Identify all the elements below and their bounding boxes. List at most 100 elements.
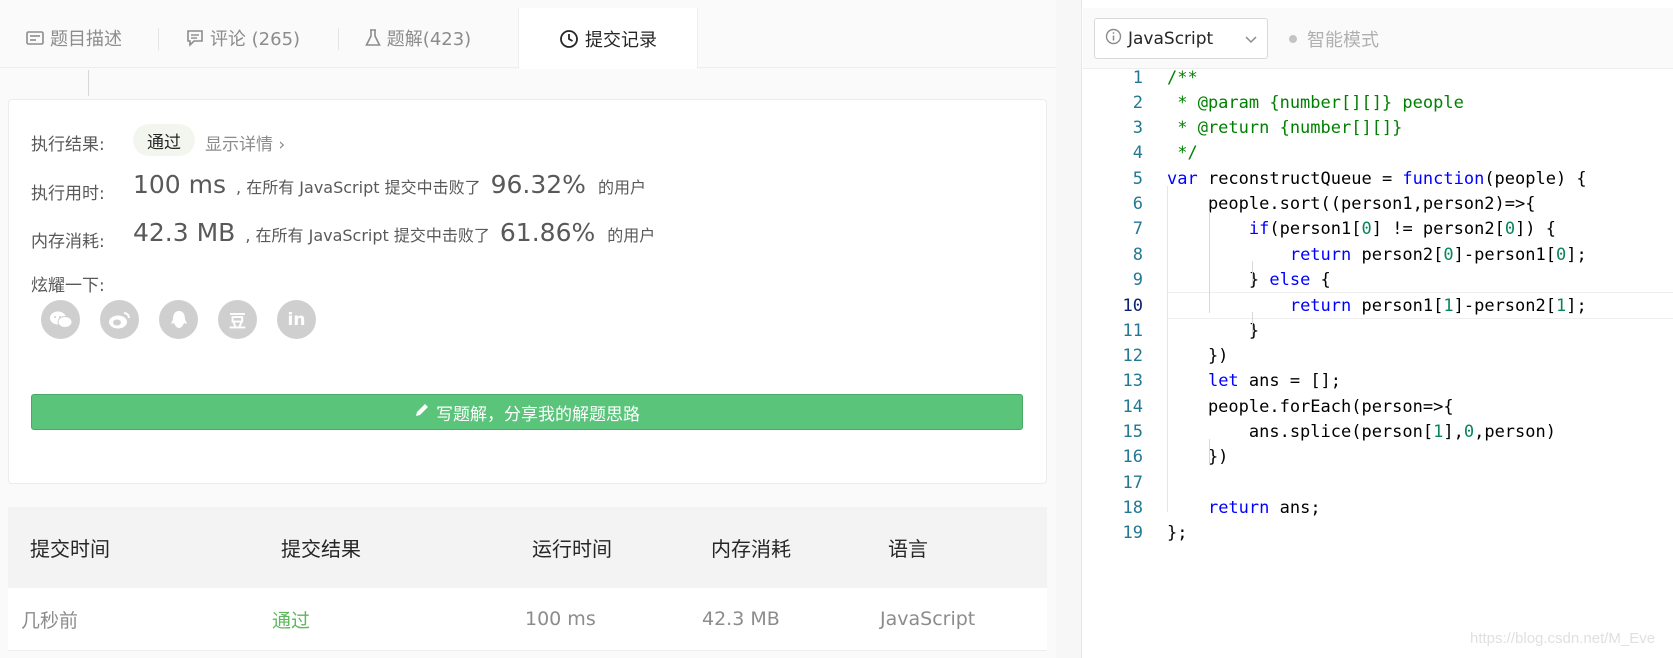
code-line: 12 }) — [1083, 342, 1673, 369]
runtime-tail: 的用户 — [597, 178, 646, 197]
memory-tail: 的用户 — [607, 226, 656, 245]
line-number: 1 — [1132, 67, 1143, 88]
smart-mode-label: 智能模式 — [1307, 29, 1379, 51]
code-text: if(person1[0] != person2[0]) { — [1248, 218, 1557, 239]
code-line: 4 */ — [1083, 139, 1673, 166]
memory-percent: 61.86% — [499, 218, 596, 247]
indent-guide — [1252, 312, 1253, 337]
code-text: } else { — [1167, 269, 1331, 290]
header-memory: 内存消耗 — [711, 537, 791, 561]
code-line: 16 }) — [1083, 443, 1673, 470]
row-time: 几秒前 — [21, 609, 79, 632]
weibo-icon[interactable] — [100, 300, 139, 339]
problem-pane: 题目描述 评论 (265) 题解(423) 提交记录 执行结果: 通过 显示详情… — [0, 0, 1056, 658]
runtime-value: 100 ms — [133, 170, 227, 199]
indent-guide — [1209, 439, 1210, 464]
language-select[interactable]: JavaScript — [1094, 18, 1268, 59]
pane-divider[interactable] — [1056, 0, 1082, 658]
current-code-line: 10 return person1[1]-person2[1]; — [1083, 292, 1673, 319]
code-text: return person1[1]-person2[1]; — [1289, 295, 1587, 316]
code-text: /** — [1167, 67, 1198, 88]
time-label: 执行用时: — [31, 184, 105, 204]
indent-guide — [1209, 211, 1210, 313]
code-text: }) — [1167, 446, 1229, 467]
line-number: 4 — [1132, 142, 1143, 163]
code-line: 1 /** — [1083, 64, 1673, 91]
memory-value: 42.3 MB — [133, 218, 236, 247]
code-text: people.forEach(person=>{ — [1167, 396, 1454, 417]
code-text: }) — [1167, 345, 1229, 366]
row-language: JavaScript — [880, 608, 976, 630]
tab-solutions-label: 题解(423) — [386, 29, 472, 50]
linkedin-icon[interactable]: in — [277, 300, 316, 339]
code-line: 3 * @return {number[][]} — [1083, 114, 1673, 141]
code-text: ans.splice(person[1],0,person) — [1167, 421, 1556, 442]
status-badge: 通过 — [133, 124, 195, 156]
line-number: 13 — [1122, 370, 1143, 391]
line-number: 11 — [1122, 320, 1143, 341]
line-number: 8 — [1132, 244, 1143, 265]
header-language: 语言 — [888, 537, 928, 561]
comment-icon — [186, 29, 204, 47]
code-text: }; — [1167, 522, 1188, 543]
runtime-beat-text: , 在所有 JavaScript 提交中击败了 — [236, 178, 481, 197]
line-number: 2 — [1132, 92, 1143, 113]
code-line: 13 let ans = []; — [1083, 367, 1673, 394]
tab-submissions-label: 提交记录 — [585, 29, 657, 51]
write-solution-label: 写题解，分享我的解题思路 — [436, 404, 640, 425]
code-text: var reconstructQueue = function(people) … — [1167, 168, 1587, 189]
line-number: 19 — [1122, 522, 1143, 543]
description-icon — [26, 30, 44, 46]
indent-guide — [1167, 186, 1168, 512]
row-result-link[interactable]: 通过 — [272, 588, 310, 650]
chevron-down-icon — [1245, 29, 1257, 49]
line-number: 5 — [1132, 168, 1143, 189]
status-dot-icon — [1289, 34, 1297, 43]
editor-toolbar: JavaScript 智能模式 — [1083, 8, 1673, 69]
show-details-link[interactable]: 显示详情 › — [205, 130, 285, 155]
pencil-icon — [414, 402, 430, 423]
tab-submissions[interactable]: 提交记录 — [518, 8, 698, 69]
header-submit-time: 提交时间 — [30, 537, 110, 561]
memory-beat-text: , 在所有 JavaScript 提交中击败了 — [245, 226, 490, 245]
code-line: 15 ans.splice(person[1],0,person) — [1083, 418, 1673, 445]
code-text: * @param {number[][]} people — [1167, 92, 1464, 113]
smart-mode-toggle[interactable]: 智能模式 — [1289, 18, 1379, 59]
line-number: 15 — [1122, 421, 1143, 442]
line-number: 6 — [1132, 193, 1143, 214]
tab-description-label: 题目描述 — [50, 29, 122, 50]
indent-guide — [1252, 261, 1253, 286]
tab-description[interactable]: 题目描述 — [0, 8, 148, 68]
result-card: 执行结果: 通过 显示详情 › 执行用时: 100 ms , 在所有 JavaS… — [8, 99, 1047, 484]
tab-comments-label: 评论 (265) — [209, 29, 301, 50]
watermark: https://blog.csdn.net/M_Eve — [1470, 630, 1656, 647]
result-label: 执行结果: — [31, 135, 105, 155]
share-icons: 豆 in — [41, 300, 316, 339]
clock-icon — [559, 29, 579, 49]
memory-metric: 42.3 MB , 在所有 JavaScript 提交中击败了 61.86% 的… — [133, 218, 655, 247]
wechat-icon[interactable] — [41, 300, 80, 339]
table-header: 提交时间 提交结果 运行时间 内存消耗 语言 — [8, 507, 1047, 588]
code-line: 17 — [1083, 469, 1673, 496]
row-memory: 42.3 MB — [702, 608, 780, 630]
tab-bar: 题目描述 评论 (265) 题解(423) 提交记录 — [0, 8, 1056, 69]
submissions-table: 提交时间 提交结果 运行时间 内存消耗 语言 几秒前 通过 100 ms 42.… — [8, 507, 1047, 651]
douban-icon[interactable]: 豆 — [218, 300, 257, 339]
code-line: 18 return ans; — [1083, 494, 1673, 521]
code-line: 19 }; — [1083, 519, 1673, 546]
line-number: 9 — [1132, 269, 1143, 290]
code-line: 11 } — [1083, 317, 1673, 344]
code-line: 8 return person2[0]-person1[0]; — [1083, 241, 1673, 268]
line-number: 14 — [1122, 396, 1143, 417]
header-runtime: 运行时间 — [532, 537, 612, 561]
write-solution-button[interactable]: 写题解，分享我的解题思路 — [31, 394, 1023, 430]
tab-comments[interactable]: 评论 (265) — [168, 8, 318, 68]
line-number: 17 — [1122, 472, 1143, 493]
tab-solutions[interactable]: 题解(423) — [350, 8, 486, 68]
code-editor[interactable]: 1 /** 2 * @param {number[][]} people 3 *… — [88, 68, 1673, 658]
table-row[interactable]: 几秒前 通过 100 ms 42.3 MB JavaScript — [8, 588, 1047, 651]
qq-icon[interactable] — [159, 300, 198, 339]
share-label: 炫耀一下: — [31, 276, 105, 296]
code-line: 7 if(person1[0] != person2[0]) { — [1083, 215, 1673, 242]
indent-guide — [88, 70, 89, 96]
